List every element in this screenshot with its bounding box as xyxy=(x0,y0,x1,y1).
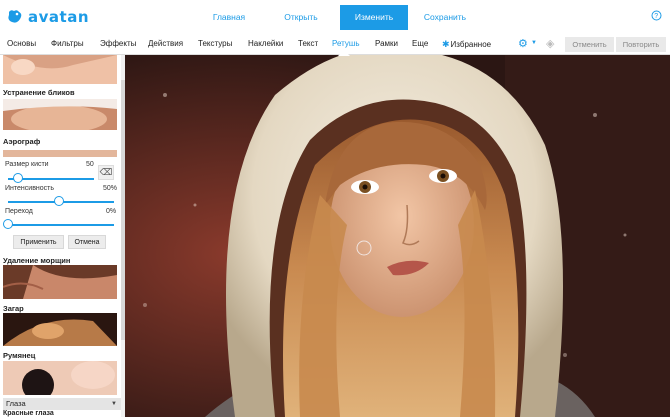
tool-text[interactable]: Текст xyxy=(298,39,318,48)
favorites-label: Избранное xyxy=(450,40,492,49)
thumb-wrinkle-removal[interactable] xyxy=(3,265,117,299)
wrinkle-removal-label: Удаление морщин xyxy=(3,256,71,265)
avatan-logo[interactable]: avatan xyxy=(6,6,89,28)
retouch-sidebar: Устранение бликов Аэрограф Размер кисти … xyxy=(0,55,125,417)
tool-stickers[interactable]: Наклейки xyxy=(248,39,283,48)
editor-window: avatan Главная Открыть Изменить Сохранит… xyxy=(0,0,670,417)
top-bar: avatan Главная Открыть Изменить Сохранит… xyxy=(0,0,670,34)
transition-slider-handle[interactable] xyxy=(3,219,13,229)
help-icon[interactable]: ? xyxy=(651,10,662,24)
active-tool-pointer xyxy=(338,50,350,56)
tool-more[interactable]: Еще xyxy=(412,39,428,48)
transition-label: Переход xyxy=(5,208,33,215)
tool-actions[interactable]: Действия xyxy=(148,39,183,48)
thumb-glare-removal[interactable] xyxy=(3,99,117,130)
thumb-top-effect[interactable] xyxy=(3,55,117,84)
thumb-blush[interactable] xyxy=(3,361,117,395)
logo-bird-icon xyxy=(8,10,22,23)
tool-frames[interactable]: Рамки xyxy=(375,39,398,48)
tool-favorites[interactable]: ✱Избранное xyxy=(442,39,491,50)
apply-button[interactable]: Применить xyxy=(13,235,64,249)
star-icon: ✱ xyxy=(442,39,450,49)
transition-value: 0% xyxy=(106,208,117,215)
eraser-icon[interactable]: ⌫ xyxy=(98,165,114,180)
chevron-down-icon[interactable]: ▼ xyxy=(531,40,537,46)
intensity-label: Интенсивность xyxy=(5,185,55,192)
brush-size-label: Размер кисти xyxy=(5,161,49,168)
thumb-airbrush[interactable] xyxy=(3,147,117,157)
layers-icon[interactable]: ◈ xyxy=(546,37,554,50)
thumb-tan[interactable] xyxy=(3,313,117,346)
chevron-down-icon: ▼ xyxy=(111,401,117,407)
redo-button[interactable]: Повторить xyxy=(616,37,666,52)
sidebar-scrollbar-thumb[interactable] xyxy=(121,80,125,340)
undo-button[interactable]: Отменить xyxy=(565,37,614,52)
brush-size-slider-handle[interactable] xyxy=(13,173,24,183)
cancel-button[interactable]: Отмена xyxy=(68,235,106,249)
glare-removal-label: Устранение бликов xyxy=(3,88,75,97)
intensity-slider-handle[interactable] xyxy=(53,196,64,206)
tools-toolbar: Основы Фильтры Эффекты Действия Текстуры… xyxy=(0,34,670,55)
tool-filters[interactable]: Фильтры xyxy=(51,39,84,48)
red-eyes-label: Красные глаза xyxy=(3,410,54,417)
tan-label: Загар xyxy=(3,304,24,313)
tool-textures[interactable]: Текстуры xyxy=(198,39,232,48)
intensity-value: 50% xyxy=(103,185,118,192)
logo-text: avatan xyxy=(28,8,89,26)
eyes-dropdown[interactable]: Глаза ▼ xyxy=(3,398,121,410)
nav-open[interactable]: Открыть xyxy=(262,5,340,30)
gear-icon[interactable]: ⚙ xyxy=(518,37,528,50)
blush-label: Румянец xyxy=(3,351,36,360)
tool-retouch[interactable]: Ретушь xyxy=(332,39,360,48)
tool-effects[interactable]: Эффекты xyxy=(100,39,136,48)
airbrush-label: Аэрограф xyxy=(3,137,41,146)
portrait-photo xyxy=(125,55,670,417)
brush-size-value: 50 xyxy=(86,161,94,168)
photo-canvas[interactable] xyxy=(125,55,670,417)
eyes-dropdown-label: Глаза xyxy=(6,399,26,408)
nav-edit[interactable]: Изменить xyxy=(340,5,408,30)
nav-save[interactable]: Сохранить xyxy=(408,5,482,30)
transition-slider[interactable] xyxy=(8,224,114,226)
svg-text:?: ? xyxy=(654,13,658,20)
tool-basics[interactable]: Основы xyxy=(7,39,36,48)
nav-home[interactable]: Главная xyxy=(200,5,258,30)
top-nav: Главная Открыть Изменить Сохранить xyxy=(200,5,482,30)
